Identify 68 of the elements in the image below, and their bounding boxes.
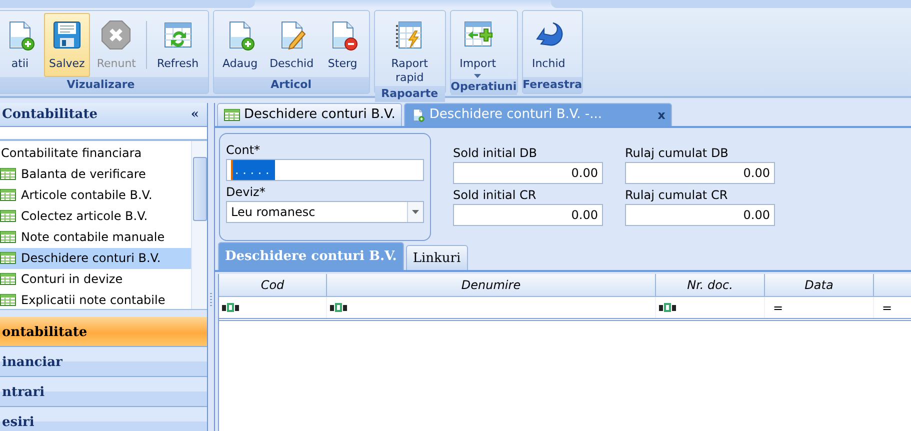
dropdown-field[interactable]: Leu romanesc bbox=[226, 201, 424, 223]
table-icon bbox=[224, 109, 240, 121]
tree-item[interactable]: Note contabile manuale bbox=[0, 226, 191, 248]
group-label: Rapoarte bbox=[374, 86, 445, 102]
group-label: Operatiuni bbox=[450, 79, 517, 95]
column-header[interactable]: Data bbox=[765, 274, 874, 297]
ribbon-button[interactable]: atii bbox=[0, 13, 42, 77]
field-label: Sold initial DB bbox=[453, 145, 538, 162]
ribbon-button[interactable]: Raport rapid bbox=[378, 13, 441, 86]
column-header[interactable]: Denumire bbox=[327, 274, 656, 297]
panel-title: Contabilitate bbox=[2, 106, 98, 124]
nav-button[interactable]: ontabilitate bbox=[0, 317, 207, 347]
input-field[interactable]: . . . . . bbox=[226, 159, 424, 181]
tree-item[interactable]: Articole contabile B.V. bbox=[0, 184, 191, 206]
nav-button[interactable]: inanciar bbox=[0, 347, 207, 377]
tree-item[interactable]: Contabilitate financiara bbox=[0, 142, 191, 164]
field-label: Rulaj cumulat DB bbox=[625, 145, 730, 162]
input-field[interactable]: 0.00 bbox=[625, 204, 775, 226]
column-header[interactable]: Nr. doc. bbox=[656, 274, 765, 297]
group-label: Articol bbox=[214, 77, 369, 93]
group-label: Vizualizare bbox=[0, 77, 208, 93]
scrollbar[interactable] bbox=[191, 140, 207, 310]
nav-button[interactable]: ntrari bbox=[0, 377, 207, 407]
field-label: Sold initial CR bbox=[453, 187, 538, 204]
collapse-button[interactable]: « bbox=[190, 104, 199, 124]
tree-item[interactable]: Explicatii note contabile bbox=[0, 290, 191, 310]
cancel-icon bbox=[100, 19, 132, 51]
input-field[interactable]: 0.00 bbox=[453, 204, 603, 226]
detail-tab[interactable]: Linkuri bbox=[406, 245, 468, 270]
column-header[interactable]: Cod bbox=[219, 274, 327, 297]
tree-item[interactable]: Colectez articole B.V. bbox=[0, 206, 191, 226]
save-icon bbox=[50, 19, 83, 51]
tab-label: Deschidere conturi B.V. bbox=[244, 106, 396, 124]
filter-cell[interactable] bbox=[656, 297, 765, 318]
ribbon-button[interactable]: Salvez bbox=[44, 13, 90, 77]
tree-item[interactable]: Balanta de verificare bbox=[0, 164, 191, 184]
splitter[interactable] bbox=[0, 309, 207, 317]
text-filter-icon[interactable] bbox=[659, 303, 677, 312]
filter-cell[interactable] bbox=[219, 297, 327, 318]
ribbon-button[interactable]: Adaug bbox=[218, 13, 263, 77]
field-label: Cont* bbox=[226, 142, 262, 159]
group-label: Fereastra bbox=[522, 77, 582, 93]
filter-cell[interactable]: = bbox=[874, 297, 911, 318]
tree-item[interactable]: Deschidere conturi B.V. bbox=[0, 248, 191, 268]
filter-cell[interactable]: = bbox=[765, 297, 874, 318]
document-icon bbox=[411, 108, 426, 122]
document-tab[interactable]: Deschidere conturi B.V. bbox=[217, 103, 402, 126]
table-icon bbox=[0, 252, 16, 264]
ribbon-button[interactable]: Deschid bbox=[264, 13, 319, 77]
text-filter-icon[interactable] bbox=[222, 303, 240, 312]
filter-cell[interactable] bbox=[327, 297, 656, 318]
tab-label: Deschidere conturi B.V. -... bbox=[429, 106, 602, 124]
ribbon-button[interactable]: Import bbox=[454, 13, 502, 79]
ribbon-button[interactable]: Inchid bbox=[526, 13, 571, 77]
input-field[interactable]: 0.00 bbox=[625, 162, 775, 184]
field-label: Rulaj cumulat CR bbox=[625, 187, 729, 204]
tree-item[interactable]: Conturi in devize bbox=[0, 268, 191, 290]
close-button[interactable]: x bbox=[658, 106, 666, 124]
input-field[interactable]: 0.00 bbox=[453, 162, 603, 184]
ribbon-button[interactable]: Sterg bbox=[320, 13, 365, 77]
ribbon-button[interactable]: Refresh bbox=[152, 13, 204, 77]
scroll-thumb[interactable] bbox=[192, 156, 206, 220]
field-label: Deviz* bbox=[226, 184, 266, 201]
nav-button[interactable]: esiri bbox=[0, 407, 207, 431]
filter-operator[interactable]: = bbox=[773, 298, 784, 316]
document-tab[interactable]: Deschidere conturi B.V. -... x bbox=[404, 103, 672, 126]
filter-operator[interactable]: = bbox=[882, 298, 892, 316]
text-filter-icon[interactable] bbox=[330, 303, 348, 312]
